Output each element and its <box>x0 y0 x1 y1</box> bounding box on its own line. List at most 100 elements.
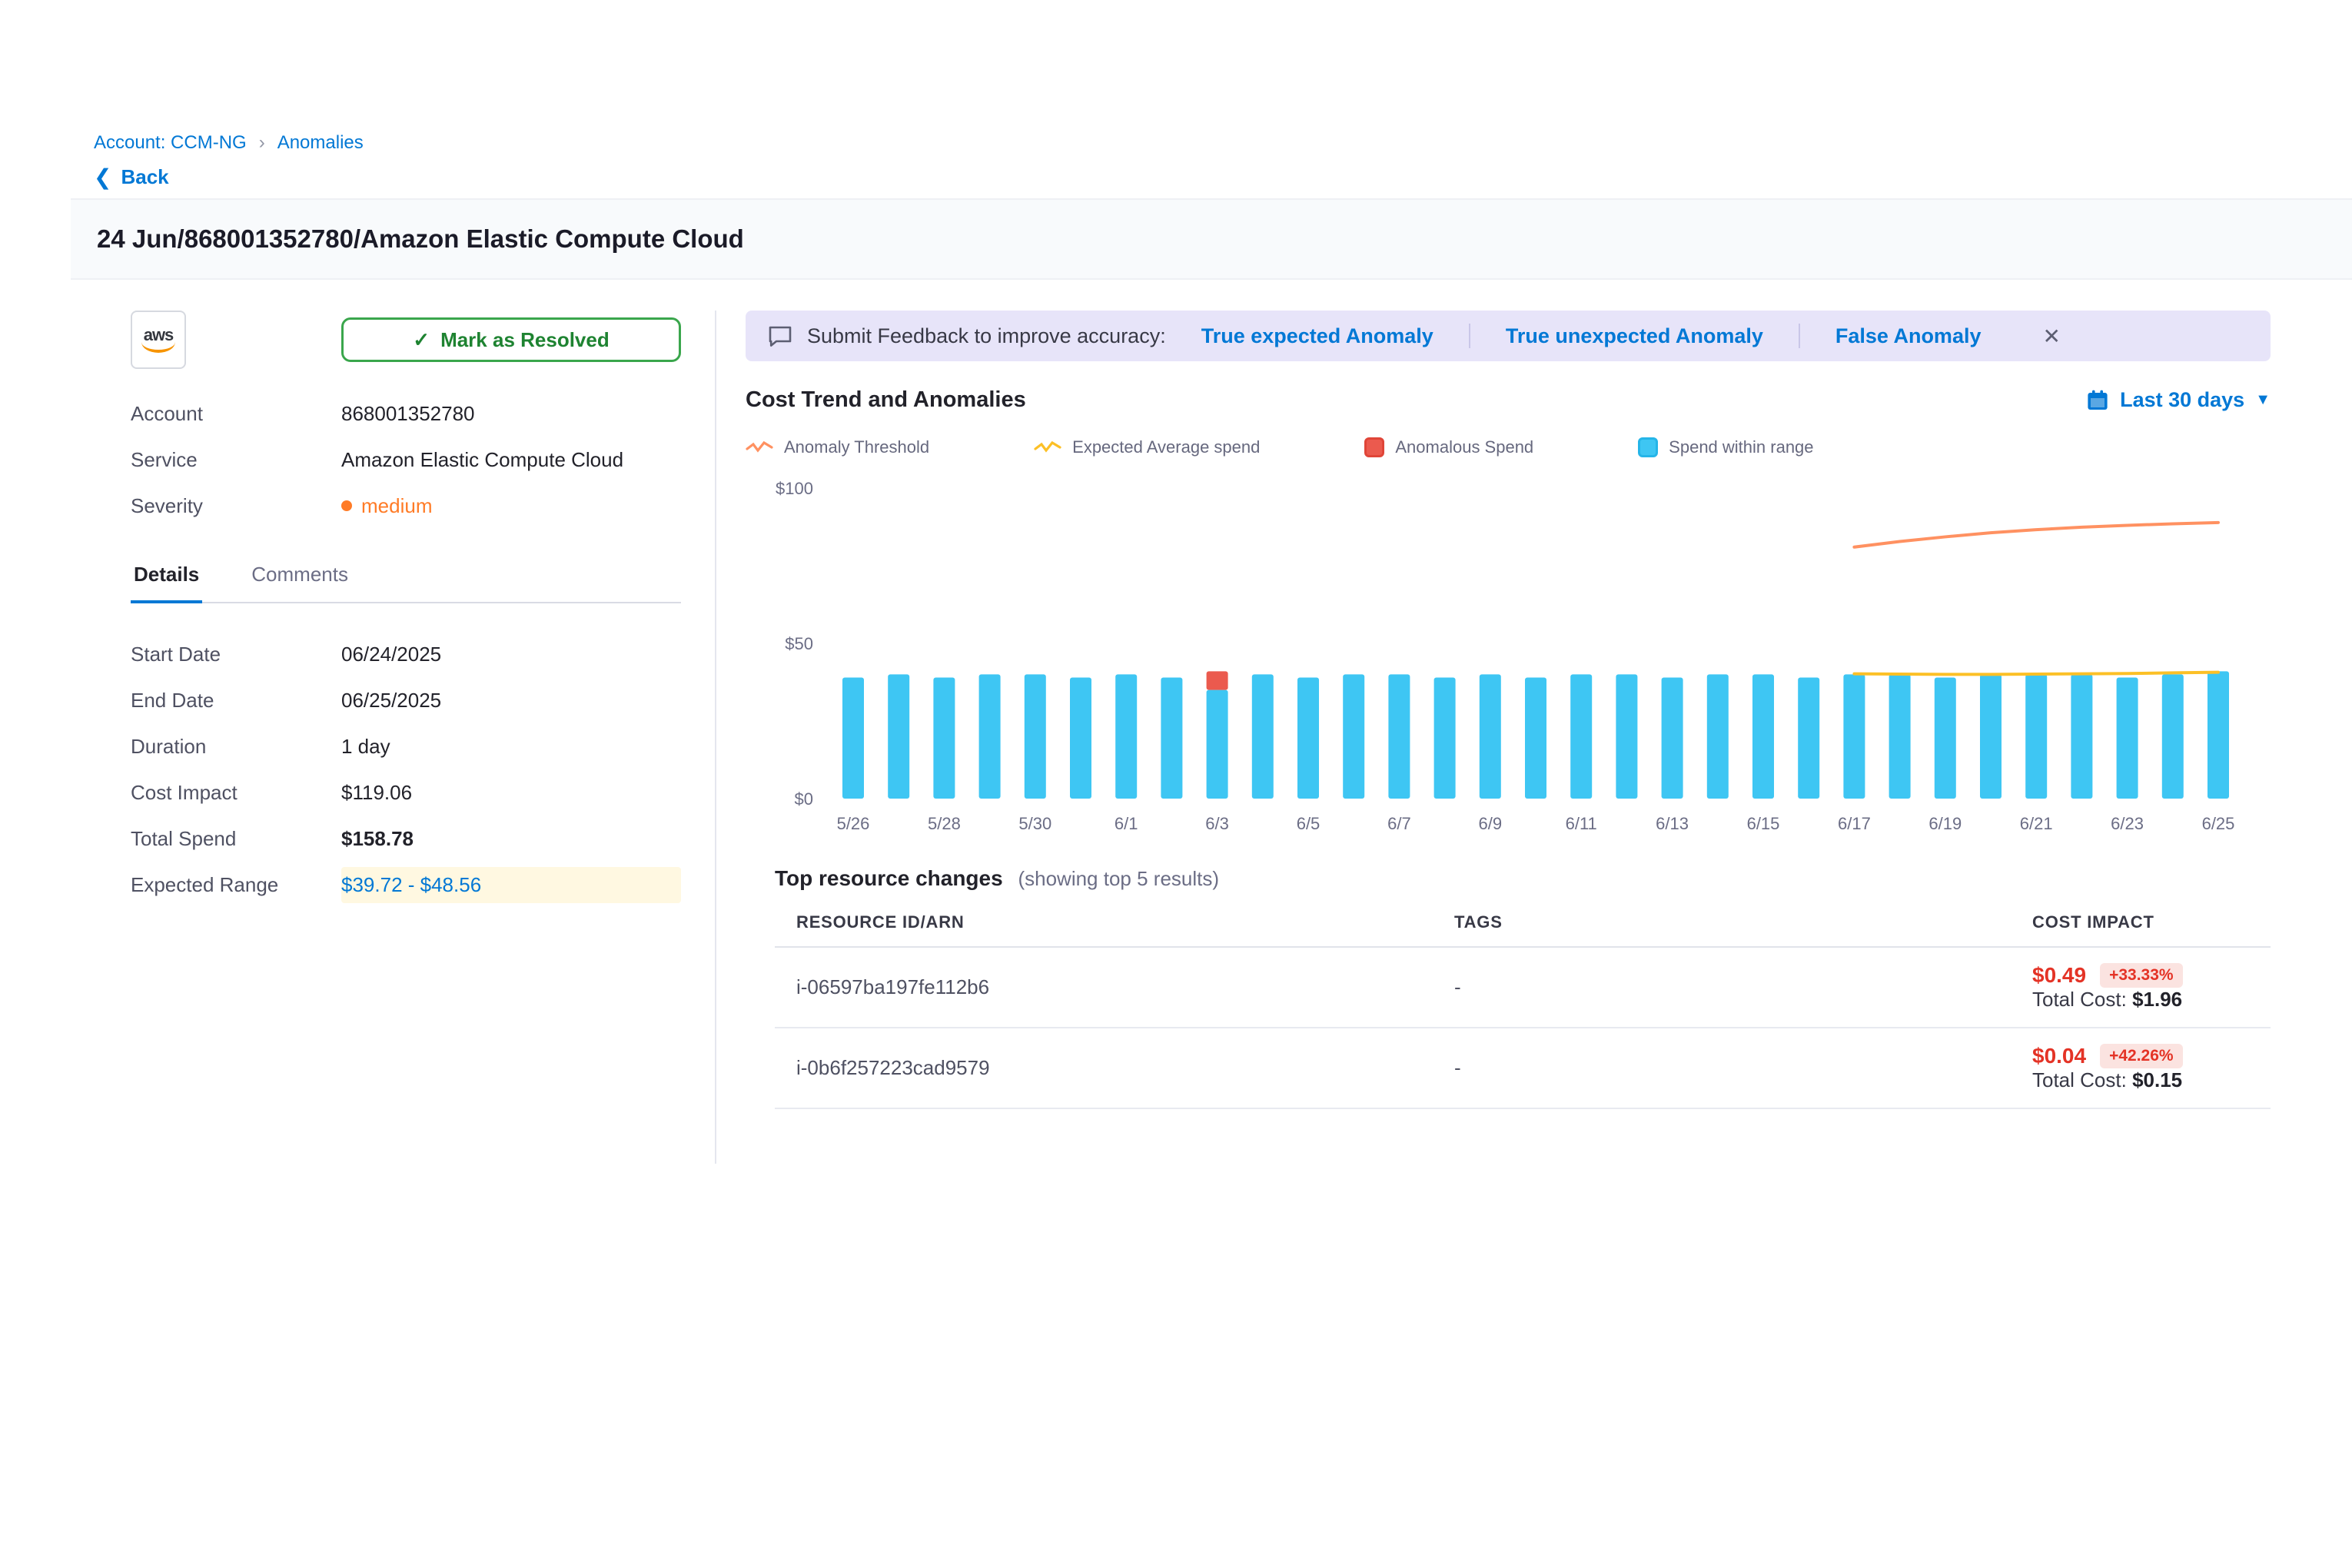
page-title: 24 Jun/868001352780/Amazon Elastic Compu… <box>97 224 2326 254</box>
line-icon <box>746 440 773 455</box>
col-resource-id: RESOURCE ID/ARN <box>775 912 1454 932</box>
back-button[interactable]: ❮ Back <box>94 164 169 190</box>
resource-id: i-0b6f257223cad9579 <box>775 1056 1454 1080</box>
cost-trend-chart: $0$50$1005/265/285/306/16/36/56/76/96/11… <box>746 476 2249 842</box>
calendar-icon <box>2086 389 2109 412</box>
svg-text:6/13: 6/13 <box>1656 814 1689 833</box>
true-expected-anomaly-button[interactable]: True expected Anomaly <box>1201 324 1433 348</box>
breadcrumb: Account: CCM-NG › Anomalies <box>71 128 2352 155</box>
chevron-down-icon: ▼ <box>2255 391 2271 409</box>
chevron-left-icon: ❮ <box>94 164 111 190</box>
legend-expected-average: Expected Average spend <box>1034 437 1260 457</box>
cost-impact-value: $119.06 <box>341 781 412 805</box>
svg-text:$100: $100 <box>776 479 813 498</box>
svg-text:6/15: 6/15 <box>1747 814 1780 833</box>
svg-text:6/25: 6/25 <box>2202 814 2235 833</box>
resource-tags: - <box>1454 975 2032 999</box>
expected-range-label: Expected Range <box>131 873 341 897</box>
title-band: 24 Jun/868001352780/Amazon Elastic Compu… <box>71 198 2352 280</box>
check-icon: ✓ <box>413 328 430 352</box>
account-value: 868001352780 <box>341 402 475 426</box>
anomaly-chart-panel: Submit Feedback to improve accuracy: Tru… <box>716 311 2271 1164</box>
start-date-value: 06/24/2025 <box>341 643 441 666</box>
impact-price: $0.04 <box>2032 1044 2086 1068</box>
legend-anomaly-threshold: Anomaly Threshold <box>746 437 929 457</box>
impact-percent-badge: +33.33% <box>2100 963 2183 988</box>
svg-text:6/1: 6/1 <box>1115 814 1138 833</box>
col-tags: TAGS <box>1454 912 2032 932</box>
aws-logo-text: aws <box>144 327 174 344</box>
duration-label: Duration <box>131 735 341 759</box>
account-label: Account <box>131 402 341 426</box>
total-spend-label: Total Spend <box>131 827 341 851</box>
line-icon <box>1034 440 1061 455</box>
impact-price: $0.49 <box>2032 963 2086 988</box>
resources-subtitle: (showing top 5 results) <box>1018 867 1219 890</box>
impact-percent-badge: +42.26% <box>2100 1044 2183 1068</box>
service-field: Service Amazon Elastic Compute Cloud <box>131 437 681 483</box>
start-date-row: Start Date 06/24/2025 <box>131 631 681 677</box>
expected-range-highlight: $39.72 - $48.56 <box>341 867 681 903</box>
aws-smile-icon <box>141 342 175 353</box>
total-cost-label: Total Cost: <box>2032 1068 2127 1091</box>
mark-as-resolved-button[interactable]: ✓ Mark as Resolved <box>341 317 681 362</box>
severity-dot-icon <box>341 500 352 511</box>
total-cost-label: Total Cost: <box>2032 988 2127 1011</box>
svg-text:6/3: 6/3 <box>1205 814 1229 833</box>
feedback-prompt: Submit Feedback to improve accuracy: <box>807 324 1166 348</box>
aws-logo: aws <box>131 311 186 369</box>
svg-text:5/30: 5/30 <box>1018 814 1051 833</box>
col-cost-impact: COST IMPACT <box>2032 912 2271 932</box>
resources-table: RESOURCE ID/ARN TAGS COST IMPACT i-06597… <box>775 912 2271 1109</box>
severity-label: Severity <box>131 494 341 518</box>
false-anomaly-button[interactable]: False Anomaly <box>1835 324 1982 348</box>
legend-label: Expected Average spend <box>1072 437 1260 457</box>
feedback-divider <box>1799 324 1800 348</box>
chart-title: Cost Trend and Anomalies <box>746 387 1026 413</box>
breadcrumb-account-link[interactable]: Account: CCM-NG <box>94 132 247 154</box>
resource-tags: - <box>1454 1056 2032 1080</box>
expected-range-row: Expected Range $39.72 - $48.56 <box>131 862 681 908</box>
total-cost-value: $0.15 <box>2132 1068 2182 1091</box>
tab-comments[interactable]: Comments <box>248 556 351 602</box>
start-date-label: Start Date <box>131 643 341 666</box>
resource-id: i-06597ba197fe112b6 <box>775 975 1454 999</box>
blue-square-icon <box>1638 437 1658 457</box>
svg-text:6/17: 6/17 <box>1838 814 1871 833</box>
svg-text:6/5: 6/5 <box>1297 814 1321 833</box>
cost-impact-row: Cost Impact $119.06 <box>131 769 681 816</box>
total-spend-value: $158.78 <box>341 827 414 851</box>
true-unexpected-anomaly-button[interactable]: True unexpected Anomaly <box>1506 324 1763 348</box>
table-row: i-0b6f257223cad9579 - $0.04 +42.26% Tota… <box>775 1028 2271 1109</box>
severity-value: medium <box>361 494 432 518</box>
expected-range-value: $39.72 - $48.56 <box>341 873 481 896</box>
svg-text:6/19: 6/19 <box>1928 814 1962 833</box>
breadcrumb-anomalies-link[interactable]: Anomalies <box>277 132 364 154</box>
tab-details[interactable]: Details <box>131 556 202 603</box>
service-value: Amazon Elastic Compute Cloud <box>341 448 623 472</box>
table-row: i-06597ba197fe112b6 - $0.49 +33.33% Tota… <box>775 948 2271 1028</box>
mark-as-resolved-label: Mark as Resolved <box>440 328 610 352</box>
details-list: Start Date 06/24/2025 End Date 06/25/202… <box>131 631 681 908</box>
close-icon[interactable]: ✕ <box>2033 322 2069 350</box>
breadcrumb-chevron-icon: › <box>259 132 265 154</box>
service-label: Service <box>131 448 341 472</box>
legend-label: Spend within range <box>1669 437 1813 457</box>
end-date-value: 06/25/2025 <box>341 689 441 713</box>
back-label: Back <box>121 165 168 189</box>
svg-text:6/11: 6/11 <box>1566 814 1597 833</box>
feedback-divider <box>1469 324 1470 348</box>
severity-badge: medium <box>341 494 432 518</box>
svg-text:6/9: 6/9 <box>1479 814 1503 833</box>
top-resource-changes-section: Top resource changes (showing top 5 resu… <box>746 866 2271 1109</box>
svg-text:5/28: 5/28 <box>928 814 961 833</box>
date-range-selector[interactable]: Last 30 days ▼ <box>2086 388 2271 412</box>
legend-anomalous-spend: Anomalous Spend <box>1364 437 1533 457</box>
resource-cost-impact: $0.49 +33.33% Total Cost: $1.96 <box>2032 963 2271 1012</box>
svg-text:6/7: 6/7 <box>1387 814 1411 833</box>
date-range-value: Last 30 days <box>2120 388 2244 412</box>
legend-label: Anomaly Threshold <box>784 437 929 457</box>
duration-value: 1 day <box>341 735 390 759</box>
svg-text:$50: $50 <box>785 634 813 653</box>
resources-table-header: RESOURCE ID/ARN TAGS COST IMPACT <box>775 912 2271 948</box>
